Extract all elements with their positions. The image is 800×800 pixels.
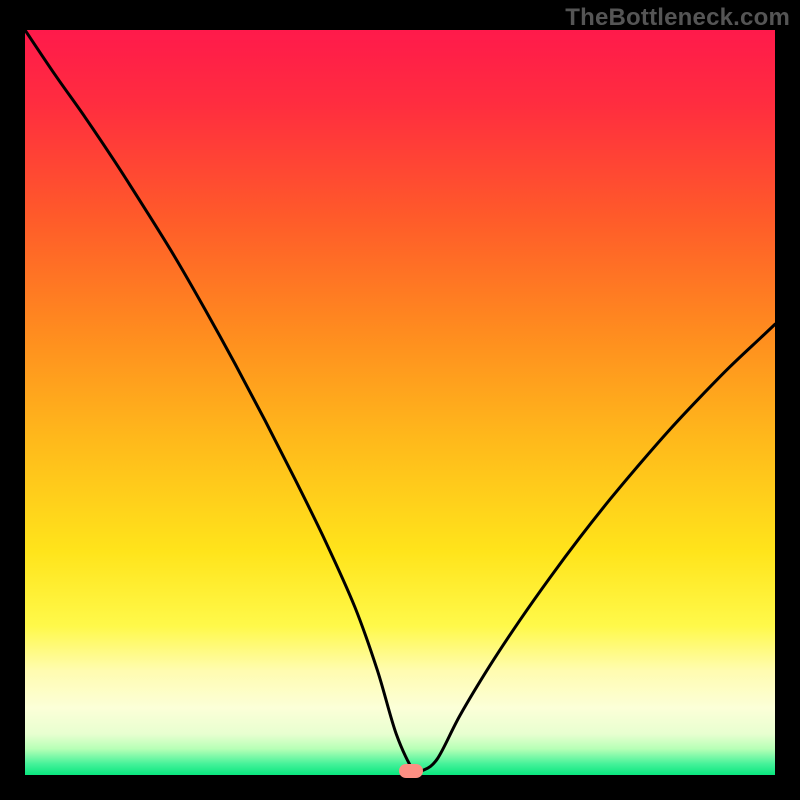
gradient-background [25,30,775,775]
minimum-marker [399,764,423,778]
chart-frame: TheBottleneck.com [0,0,800,800]
plot-area [25,30,775,775]
plot-svg [25,30,775,775]
watermark-text: TheBottleneck.com [565,4,790,32]
